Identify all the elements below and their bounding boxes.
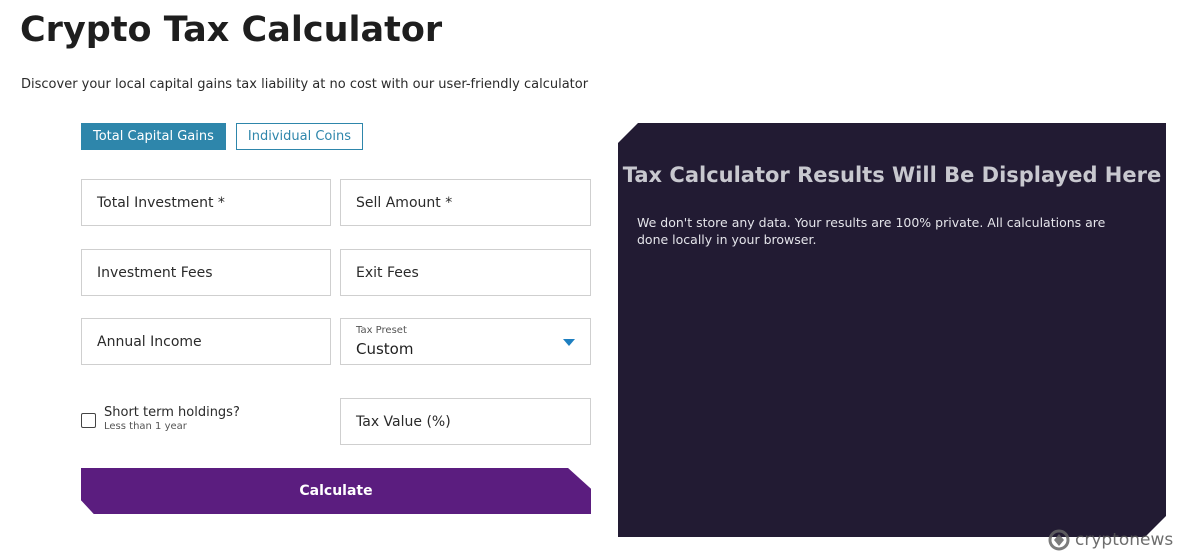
- results-panel: Tax Calculator Results Will Be Displayed…: [618, 123, 1166, 537]
- tax-preset-select[interactable]: Tax Preset Custom: [340, 318, 591, 365]
- sell-amount-placeholder: Sell Amount *: [356, 195, 453, 211]
- short-term-label: Short term holdings?: [104, 405, 240, 420]
- short-term-sublabel: Less than 1 year: [104, 421, 187, 432]
- cryptonews-watermark: cryptonews: [1048, 529, 1173, 551]
- tab-total-capital-gains[interactable]: Total Capital Gains: [81, 123, 226, 150]
- page-title: Crypto Tax Calculator: [20, 10, 443, 50]
- watermark-text: cryptonews: [1075, 530, 1174, 550]
- sell-amount-input[interactable]: Sell Amount *: [340, 179, 591, 226]
- results-title: Tax Calculator Results Will Be Displayed…: [622, 163, 1162, 187]
- exit-fees-input[interactable]: Exit Fees: [340, 249, 591, 296]
- short-term-label-group: Short term holdings? Less than 1 year: [104, 405, 240, 433]
- total-investment-placeholder: Total Investment *: [97, 195, 225, 211]
- investment-fees-input[interactable]: Investment Fees: [81, 249, 331, 296]
- results-privacy-text: We don't store any data. Your results ar…: [637, 215, 1106, 247]
- page-subtitle: Discover your local capital gains tax li…: [21, 77, 589, 92]
- chevron-down-icon: [563, 339, 575, 346]
- calculator-tabs: Total Capital Gains Individual Coins: [81, 123, 363, 150]
- cryptonews-logo-icon: [1048, 529, 1070, 551]
- tax-preset-label: Tax Preset: [356, 325, 407, 336]
- tax-preset-value: Custom: [356, 340, 414, 358]
- annual-income-input[interactable]: Annual Income: [81, 318, 331, 365]
- total-investment-input[interactable]: Total Investment *: [81, 179, 331, 226]
- tax-value-placeholder: Tax Value (%): [356, 414, 451, 430]
- tab-individual-coins[interactable]: Individual Coins: [235, 123, 363, 150]
- short-term-holdings: Short term holdings? Less than 1 year: [81, 405, 240, 433]
- annual-income-placeholder: Annual Income: [97, 334, 202, 350]
- calculate-button[interactable]: Calculate: [81, 468, 591, 514]
- tax-value-input[interactable]: Tax Value (%): [340, 398, 591, 445]
- investment-fees-placeholder: Investment Fees: [97, 265, 213, 281]
- short-term-checkbox[interactable]: [81, 413, 96, 428]
- exit-fees-placeholder: Exit Fees: [356, 265, 419, 281]
